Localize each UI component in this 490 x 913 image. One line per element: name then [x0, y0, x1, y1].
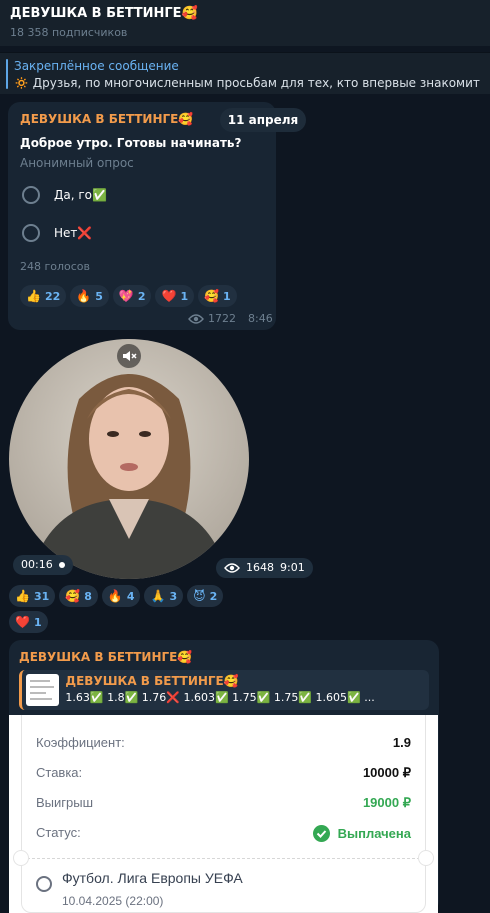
poll-question: Доброе утро. Готовы начинать?	[20, 136, 242, 150]
video-reactions: 👍 31 🥰 8 🔥 4 🙏 3 😈 2 ❤️ 1	[9, 585, 249, 633]
poll-option-label: Нет❌	[54, 226, 93, 240]
poll-option-label: Да, го✅	[54, 188, 107, 202]
coef-row: Коэффициент: 1.9	[36, 735, 411, 750]
video-time: 9:01	[280, 561, 305, 574]
subscriber-count: 18 358 подписчиков	[10, 26, 128, 39]
eye-icon	[224, 563, 240, 573]
video-duration: 00:16	[13, 555, 73, 575]
video-meta: 1648 9:01	[216, 558, 313, 578]
radio-icon	[22, 224, 40, 242]
poll-message: ДЕВУШКА В БЕТТИНГЕ🥰 Доброе утро. Готовы …	[8, 102, 276, 330]
bet-slip-image[interactable]: Коэффициент: 1.9 Ставка: 10000 ₽ Выигрыш 19…	[9, 715, 438, 913]
match-title: Футбол. Лига Европы УЕФА	[62, 870, 243, 886]
reaction-fire[interactable]: 🔥 5	[70, 285, 109, 307]
bet-slip: Коэффициент: 1.9 Ставка: 10000 ₽ Выигрыш 19…	[13, 715, 434, 913]
poll-vote-count: 248 голосов	[20, 260, 91, 273]
reaction-thumbs-up[interactable]: 👍 22	[20, 285, 67, 307]
video-frame	[9, 339, 249, 579]
pinned-bar	[6, 59, 8, 89]
channel-title: ДЕВУШКА В БЕТТИНГЕ🥰	[10, 6, 198, 21]
divider	[22, 858, 425, 859]
unread-dot-icon	[58, 562, 65, 568]
poll-type: Анонимный опрос	[20, 156, 134, 170]
match-date: 10.04.2025 (22:00)	[62, 894, 164, 908]
poll-reactions: 👍 22 🔥 5 💖 2 ❤️ 1 🥰 1	[20, 285, 264, 307]
reaction-heart[interactable]: ❤️ 1	[155, 285, 195, 307]
mute-button[interactable]	[117, 344, 141, 368]
pinned-message[interactable]: Закреплённое сообщение 🔅 Друзья, по мног…	[0, 52, 490, 94]
status-value: Выплачена	[337, 826, 411, 841]
reply-author: ДЕВУШКА В БЕТТИНГЕ🥰	[65, 674, 239, 688]
eye-icon	[188, 313, 204, 324]
reaction-fire[interactable]: 🔥 4	[101, 585, 141, 607]
reply-thumbnail	[26, 674, 60, 706]
pinned-label: Закреплённое сообщение	[14, 59, 179, 73]
ticket-notch	[418, 850, 434, 866]
forwarded-reply[interactable]: ДЕВУШКА В БЕТТИНГЕ🥰 1.63✅ 1.8✅ 1.76❌ 1.6…	[19, 670, 429, 710]
reply-text: 1.63✅ 1.8✅ 1.76❌ 1.603✅ 1.75✅ 1.75✅ 1.60…	[65, 691, 375, 704]
poll-option-yes[interactable]: Да, го✅	[20, 176, 264, 214]
video-views: 1648	[246, 561, 274, 574]
reaction-in-love[interactable]: 🥰 8	[59, 585, 98, 607]
speaker-muted-icon	[123, 351, 137, 361]
round-video[interactable]	[9, 339, 249, 579]
reaction-in-love[interactable]: 🥰 1	[198, 285, 237, 307]
poll-option-no[interactable]: Нет❌	[20, 214, 264, 252]
reaction-devil[interactable]: 😈 2	[187, 585, 224, 607]
football-icon	[36, 876, 52, 892]
poll-meta: 1722 8:46	[188, 312, 273, 325]
date-separator: 11 апреля	[220, 108, 306, 132]
reaction-heart[interactable]: ❤️ 1	[9, 611, 48, 633]
status-row: Статус: Выплачена	[36, 825, 411, 842]
reaction-pray[interactable]: 🙏 3	[144, 585, 184, 607]
poll-time: 8:46	[248, 312, 273, 325]
ticket-notch	[13, 850, 29, 866]
stake-row: Ставка: 10000 ₽	[36, 765, 411, 780]
pinned-text: 🔅 Друзья, по многочисленным просьбам для…	[14, 76, 480, 90]
check-circle-icon	[312, 825, 330, 842]
radio-icon	[22, 186, 40, 204]
post-channel-name[interactable]: ДЕВУШКА В БЕТТИНГЕ🥰	[19, 648, 429, 666]
poll-views: 1722	[208, 312, 236, 325]
reaction-thumbs-up[interactable]: 👍 31	[9, 585, 56, 607]
reaction-heart-sparkle[interactable]: 💖 2	[112, 285, 152, 307]
win-row: Выигрыш 19000 ₽	[36, 795, 411, 810]
chat-header[interactable]: ДЕВУШКА В БЕТТИНГЕ🥰 18 358 подписчиков	[0, 0, 490, 46]
